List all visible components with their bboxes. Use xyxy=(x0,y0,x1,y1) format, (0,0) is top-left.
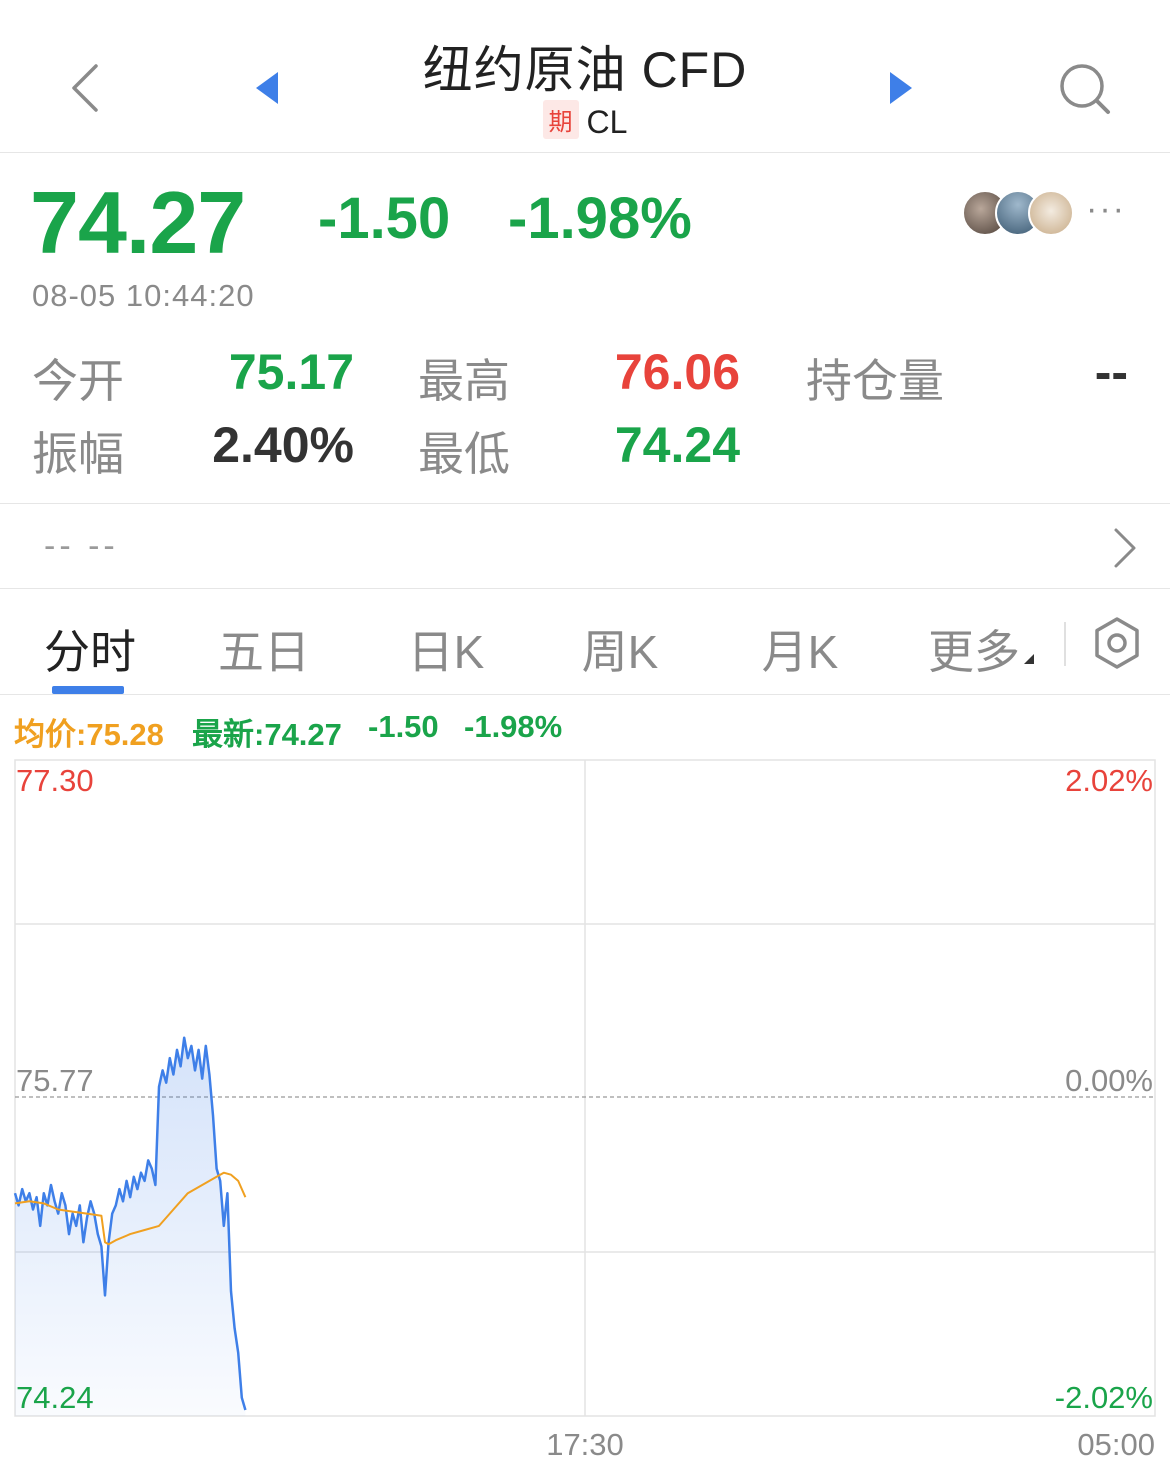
tab-divider xyxy=(1064,622,1066,666)
y-label-previous-close: 75.77 xyxy=(16,1063,94,1098)
tab-intraday[interactable]: 分时 xyxy=(40,616,140,682)
tabs-divider xyxy=(0,694,1170,695)
high-label: 最高 xyxy=(418,355,510,407)
more-options-icon[interactable]: ··· xyxy=(1086,190,1126,229)
news-row[interactable] xyxy=(0,503,1170,589)
code-label: CL xyxy=(586,104,628,140)
open-value: 75.17 xyxy=(228,344,354,400)
legend-change-percent: -1.98% xyxy=(464,709,563,744)
y-label-zero-percent: 0.00% xyxy=(1065,1063,1153,1098)
active-tab-indicator xyxy=(52,686,124,694)
open-interest-value: -- xyxy=(1094,344,1128,400)
price-change-percent: -1.98% xyxy=(508,186,692,251)
legend-average: 均价:75.28 xyxy=(14,717,164,752)
dropdown-corner-icon xyxy=(1024,654,1034,664)
chevron-right-icon[interactable] xyxy=(1110,526,1140,570)
y-label-low: 74.24 xyxy=(16,1380,94,1415)
intraday-chart[interactable]: 77.30 75.77 74.24 2.02% 0.00% -2.02% 17:30 05:0… xyxy=(0,755,1170,1483)
high-value: 76.06 xyxy=(614,344,740,400)
tab-weekly-k[interactable]: 周K xyxy=(570,616,670,682)
y-label-high: 77.30 xyxy=(16,763,94,798)
quote-time: 08-05 10:44:20 xyxy=(32,278,255,313)
news-text: -- -- xyxy=(44,527,119,565)
tab-five-day[interactable]: 五日 xyxy=(214,616,314,682)
page-title: 纽约原油 CFD xyxy=(422,42,748,98)
low-label: 最低 xyxy=(418,428,510,480)
amplitude-label: 振幅 xyxy=(32,428,124,480)
x-label-end: 05:00 xyxy=(1077,1427,1155,1462)
tab-more[interactable]: 更多 xyxy=(924,616,1024,682)
open-interest-label: 持仓量 xyxy=(806,355,944,407)
legend-change: -1.50 xyxy=(368,709,439,744)
futures-badge: 期 xyxy=(542,100,579,139)
search-icon[interactable] xyxy=(1058,62,1112,116)
tab-daily-k[interactable]: 日K xyxy=(396,616,496,682)
x-label-mid: 17:30 xyxy=(546,1427,624,1462)
amplitude-value: 2.40% xyxy=(212,417,354,473)
contract-code: 期 CL xyxy=(0,100,1170,141)
next-contract-icon[interactable] xyxy=(886,70,916,106)
low-value: 74.24 xyxy=(614,417,740,473)
price-change: -1.50 xyxy=(318,186,451,251)
tab-monthly-k[interactable]: 月K xyxy=(750,616,850,682)
y-label-high-percent: 2.02% xyxy=(1065,763,1153,798)
last-price: 74.27 xyxy=(30,173,246,272)
y-label-low-percent: -2.02% xyxy=(1055,1380,1153,1415)
settings-icon[interactable] xyxy=(1092,616,1142,670)
user-avatar[interactable] xyxy=(1028,190,1074,236)
open-label: 今开 xyxy=(32,355,124,407)
legend-latest: 最新:74.27 xyxy=(192,717,342,752)
